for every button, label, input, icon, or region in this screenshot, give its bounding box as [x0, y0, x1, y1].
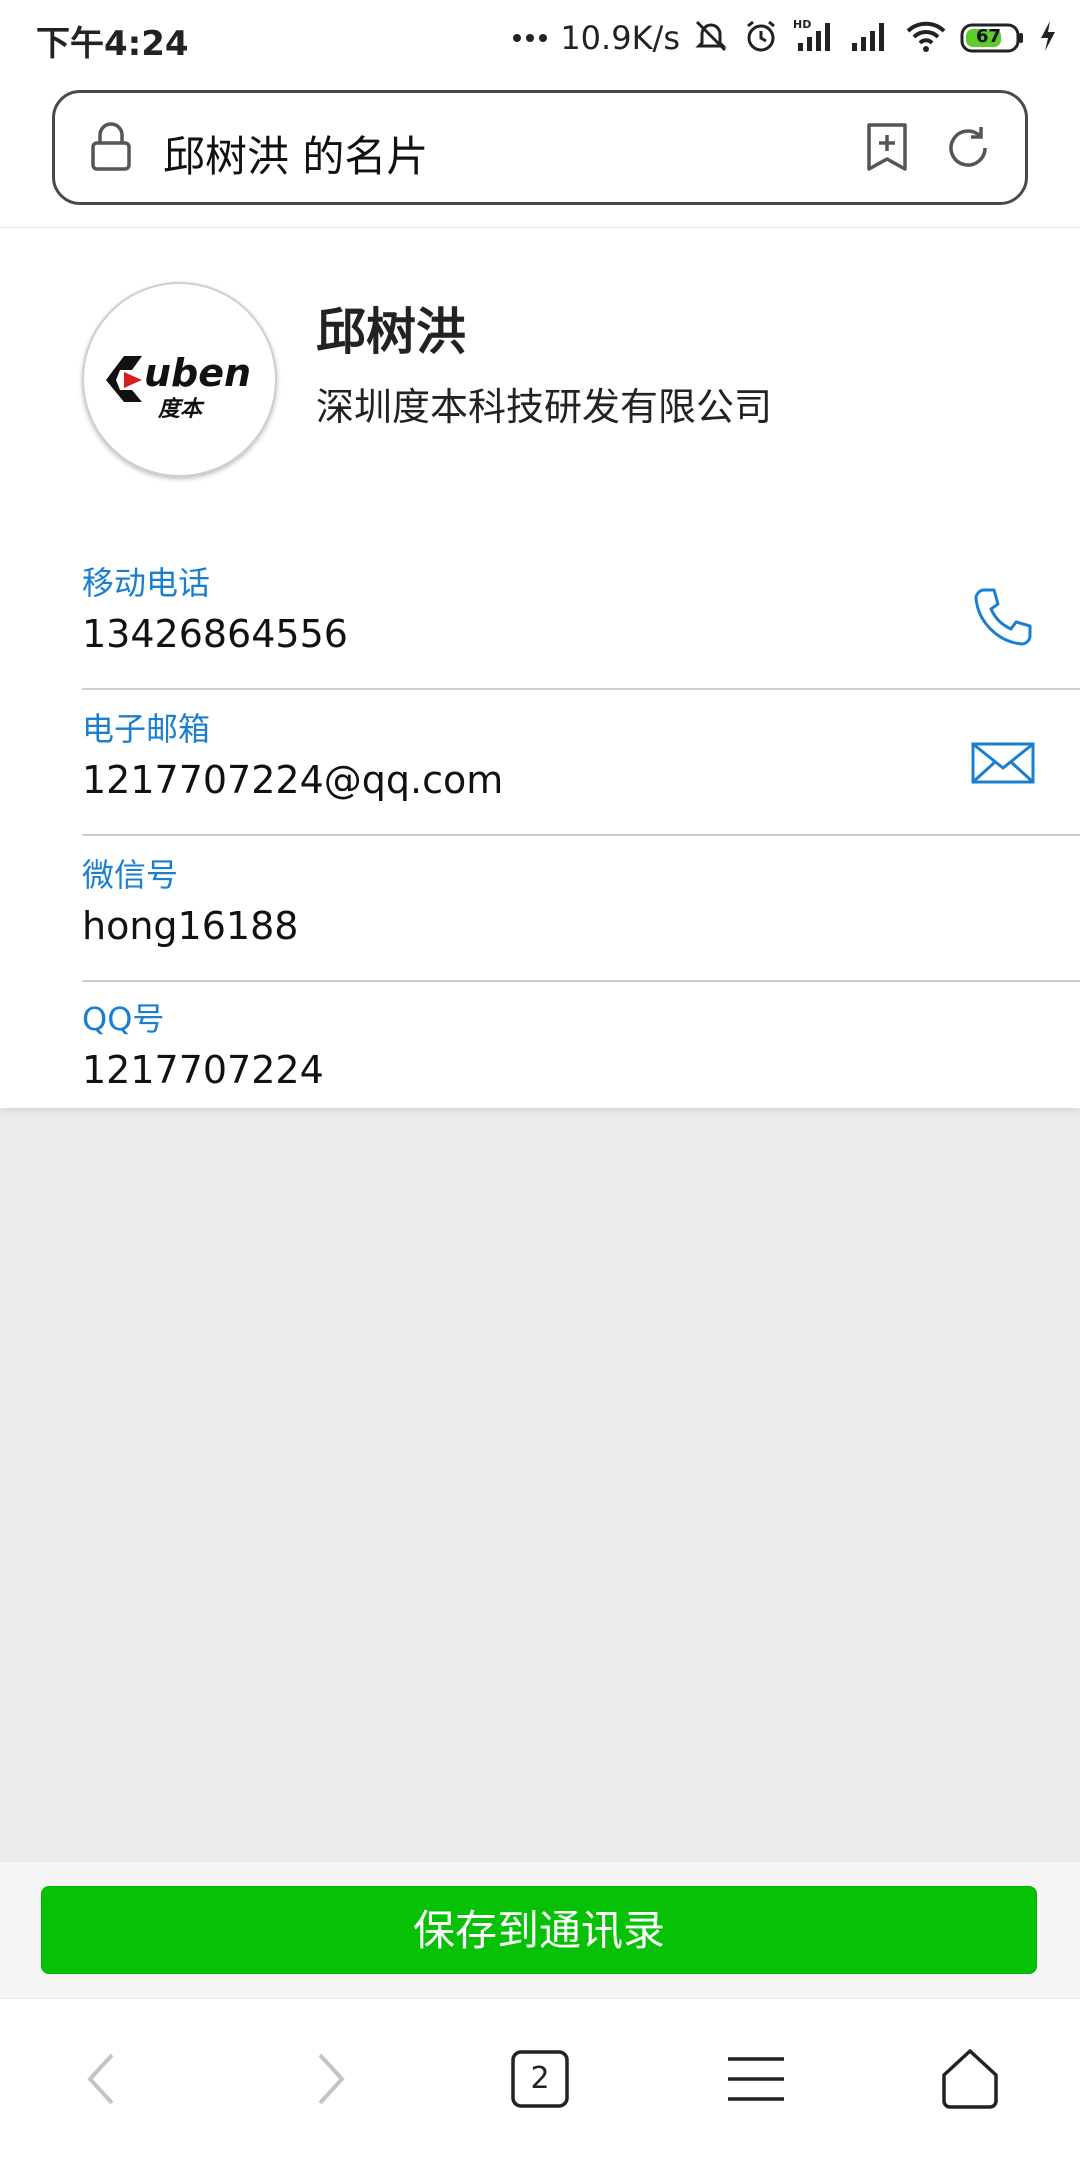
field-email: 电子邮箱 1217707224@qq.com: [82, 690, 1080, 836]
signal-icon: [850, 17, 892, 59]
status-time: 下午4:24: [36, 24, 189, 64]
add-bookmark-icon[interactable]: [865, 121, 909, 177]
contact-name: 邱树洪: [316, 303, 466, 361]
svg-text:uben: uben: [144, 351, 251, 395]
refresh-icon[interactable]: [943, 123, 993, 177]
phone-call-icon[interactable]: [970, 584, 1036, 650]
more-dots-icon: [512, 29, 548, 48]
mail-icon[interactable]: [970, 730, 1036, 796]
svg-text:度本: 度本: [157, 396, 205, 422]
back-icon[interactable]: [64, 2039, 144, 2119]
duben-logo: uben 度本: [106, 351, 251, 422]
browser-top-bar: 邱树洪 的名片: [0, 78, 1080, 228]
net-speed: 10.9K/s: [560, 19, 680, 57]
alarm-icon: [742, 17, 780, 59]
status-bar: 下午4:24 10.9K/s HD 67: [0, 0, 1080, 78]
field-value[interactable]: 13426864556: [82, 612, 348, 656]
field-qq: QQ号 1217707224: [82, 980, 1080, 1126]
mute-bell-icon: [692, 17, 730, 59]
field-label: 电子邮箱: [82, 710, 211, 748]
field-wechat: 微信号 hong16188: [82, 836, 1080, 982]
field-value[interactable]: hong16188: [82, 904, 298, 948]
field-label: 移动电话: [82, 564, 211, 602]
tabs-button[interactable]: 2: [500, 2039, 580, 2119]
home-icon[interactable]: [930, 2039, 1010, 2119]
tab-count: 2: [530, 2061, 550, 2096]
battery-icon: 67: [960, 21, 1026, 55]
forward-icon[interactable]: [288, 2039, 368, 2119]
field-value[interactable]: 1217707224@qq.com: [82, 758, 503, 802]
hd-signal-icon: HD: [792, 17, 838, 59]
address-bar[interactable]: 邱树洪 的名片: [52, 90, 1028, 205]
browser-nav-bar: 2: [0, 1998, 1080, 2160]
svg-text:HD: HD: [793, 18, 811, 31]
field-value[interactable]: 1217707224: [82, 1048, 324, 1092]
menu-icon[interactable]: [716, 2039, 796, 2119]
save-bar: 保存到通讯录: [0, 1862, 1080, 1998]
company-logo-avatar: uben 度本: [82, 282, 277, 477]
business-card: uben 度本 邱树洪 深圳度本科技研发有限公司 移动电话 1342686455…: [0, 228, 1080, 1108]
contact-company: 深圳度本科技研发有限公司: [316, 385, 773, 429]
wifi-icon: [904, 17, 948, 59]
page-title: 邱树洪 的名片: [163, 132, 429, 181]
battery-level: 67: [976, 26, 1002, 47]
save-to-contacts-button[interactable]: 保存到通讯录: [41, 1886, 1037, 1974]
charging-icon: [1038, 19, 1058, 57]
field-label: QQ号: [82, 1000, 165, 1038]
status-icons: 10.9K/s HD 67: [512, 14, 1058, 62]
field-label: 微信号: [82, 856, 179, 894]
field-mobile-phone: 移动电话 13426864556: [82, 544, 1080, 690]
lock-icon: [89, 121, 133, 177]
